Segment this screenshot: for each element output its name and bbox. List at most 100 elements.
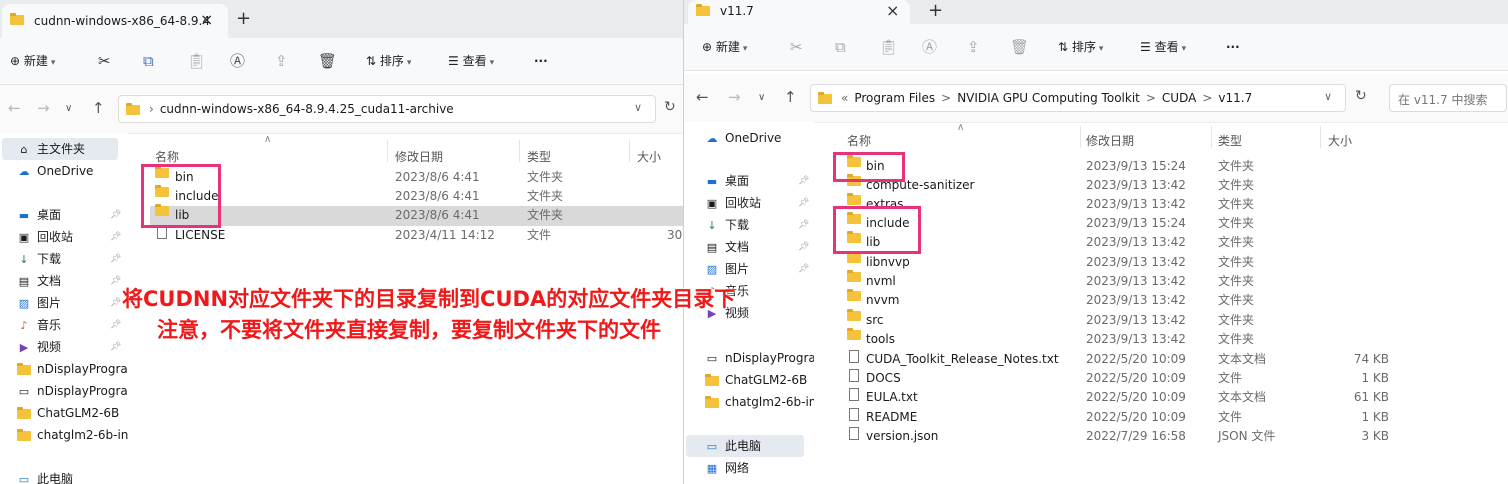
breadcrumb-item[interactable]: Program Files [854,91,935,105]
recent-locations-icon[interactable]: ∨ [758,92,765,103]
nav-item-home[interactable]: ⌂ 主文件夹 [16,139,86,159]
file-row[interactable]: libnvvp 2023/9/13 13:42 文件夹 [847,251,1397,272]
nav-item-this-pc[interactable]: ▭ 此电脑 [16,469,73,484]
file-row[interactable]: lib 2023/8/6 4:41 文件夹 [155,204,683,225]
view-button[interactable]: ☰ 查看 ▾ [1140,36,1186,58]
more-options-button[interactable]: ··· [534,50,548,72]
nav-item-videos[interactable]: ▶ 视频 [16,337,61,357]
forward-icon[interactable]: → [728,88,741,106]
file-row[interactable]: nvml 2023/9/13 13:42 文件夹 [847,270,1397,291]
back-icon[interactable]: ← [696,88,709,106]
file-row[interactable]: EULA.txt 2022/5/20 10:09 文本文档 61 KB [847,388,1397,407]
file-row[interactable]: nvvm 2023/9/13 13:42 文件夹 [847,289,1397,310]
file-row[interactable]: src 2023/9/13 13:42 文件夹 [847,309,1397,330]
new-button[interactable]: ⊕ 新建 ▾ [702,36,747,58]
nav-item-documents[interactable]: ▤ 文档 [16,271,61,291]
view-button[interactable]: ☰ 查看 ▾ [448,50,494,72]
file-row[interactable]: compute-sanitizer 2023/9/13 13:42 文件夹 [847,174,1397,195]
file-row[interactable]: version.json 2022/7/29 16:58 JSON 文件 3 KB [847,427,1397,446]
sort-button[interactable]: ⇅ 排序 ▾ [366,50,411,72]
share-icon[interactable]: ⇪ [967,36,980,58]
nav-item-network[interactable]: ▦ 网络 [704,458,749,478]
up-icon[interactable]: ↑ [92,99,105,117]
new-tab-icon[interactable]: + [236,8,251,29]
close-tab-icon[interactable]: × [886,1,899,20]
nav-item-recycle-bin[interactable]: ▣ 回收站 [704,193,761,213]
nav-item-downloads[interactable]: ↓ 下载 [16,249,61,269]
paste-icon[interactable]: 📋︎ [187,50,206,72]
chevron-down-icon[interactable]: ∨ [1324,90,1332,103]
file-row[interactable]: extras 2023/9/13 13:42 文件夹 [847,193,1397,214]
file-row[interactable]: include 2023/9/13 15:24 文件夹 [847,212,1397,233]
nav-item-documents[interactable]: ▤ 文档 [704,237,749,257]
rename-icon[interactable]: Ⓐ [230,50,245,72]
nav-item-chatglm2[interactable]: ChatGLM2-6B [16,403,119,423]
nav-item-desktop[interactable]: ▬ 桌面 [704,171,749,191]
nav-item-chatglm2[interactable]: ChatGLM2-6B [704,370,807,390]
file-row[interactable]: include 2023/8/6 4:41 文件夹 [155,185,683,206]
copy-icon[interactable]: ⧉ [143,50,154,72]
search-input[interactable]: 在 v11.7 中搜索 [1389,84,1507,112]
column-divider[interactable] [519,140,520,162]
file-row[interactable]: README 2022/5/20 10:09 文件 1 KB [847,408,1397,427]
tab-cudnn[interactable]: cudnn-windows-x86_64-8.9.4 × [2,4,228,38]
copy-icon[interactable]: ⧉ [835,36,846,58]
nav-item-pictures[interactable]: ▨ 图片 [704,259,749,279]
column-header-date[interactable]: 修改日期 [1086,132,1134,149]
file-row[interactable]: DOCS 2022/5/20 10:09 文件 1 KB [847,369,1397,388]
nav-item-recycle-bin[interactable]: ▣ 回收站 [16,227,73,247]
column-header-type[interactable]: 类型 [1218,132,1242,149]
column-header-size[interactable]: 大小 [637,148,661,165]
column-divider[interactable] [1320,126,1321,148]
chevron-down-icon[interactable]: ∨ [634,101,642,114]
new-button[interactable]: ⊕ 新建 ▾ [10,50,55,72]
close-tab-icon[interactable]: × [200,10,213,29]
nav-item-downloads[interactable]: ↓ 下载 [704,215,749,235]
column-header-type[interactable]: 类型 [527,148,551,165]
nav-item-desktop[interactable]: ▬ 桌面 [16,205,61,225]
cut-icon[interactable]: ✂ [790,36,803,58]
nav-item-ndisplay-2[interactable]: ▭ nDisplayProgran [16,381,128,401]
nav-item-ndisplay-1[interactable]: nDisplayProgran [16,359,128,379]
nav-item-onedrive[interactable]: ☁ OneDrive [16,161,94,181]
nav-item-this-pc[interactable]: ▭ 此电脑 [704,436,761,456]
column-header-size[interactable]: 大小 [1328,132,1352,149]
nav-item-onedrive[interactable]: ☁ OneDrive [704,128,782,148]
breadcrumb-item[interactable]: CUDA [1162,91,1196,105]
address-bar[interactable]: › cudnn-windows-x86_64-8.9.4.25_cuda11-ar… [118,95,656,123]
column-divider[interactable] [1211,126,1212,148]
cut-icon[interactable]: ✂ [98,50,111,72]
file-row[interactable]: bin 2023/9/13 15:24 文件夹 [847,155,1397,176]
breadcrumb-item[interactable]: cudnn-windows-x86_64-8.9.4.25_cuda11-arc… [160,102,454,116]
nav-item-chatglm2-int[interactable]: chatglm2-6b-int [16,425,128,445]
file-row[interactable]: lib 2023/9/13 13:42 文件夹 [847,231,1397,252]
delete-icon[interactable]: 🗑︎ [1010,36,1029,58]
column-header-name[interactable]: 名称 [847,132,871,149]
up-icon[interactable]: ↑ [784,88,797,106]
refresh-icon[interactable]: ↻ [1355,88,1367,104]
back-icon[interactable]: ← [8,99,21,117]
nav-item-music[interactable]: ♪ 音乐 [16,315,61,335]
nav-item-pictures[interactable]: ▨ 图片 [16,293,61,313]
tab-v11-7[interactable]: v11.7 × [688,0,910,24]
column-divider[interactable] [387,140,388,162]
column-header-name[interactable]: 名称 [155,148,179,165]
file-row[interactable]: tools 2023/9/13 13:42 文件夹 [847,328,1397,349]
address-bar[interactable]: «Program Files > NVIDIA GPU Computing Tool… [810,84,1346,112]
breadcrumb-item[interactable]: v11.7 [1218,91,1252,105]
nav-item-ndisplay[interactable]: ▭ nDisplayProgran [704,348,814,368]
delete-icon[interactable]: 🗑︎ [318,50,337,72]
share-icon[interactable]: ⇪ [275,50,288,72]
file-row[interactable]: CUDA_Toolkit_Release_Notes.txt 2022/5/20 … [847,350,1397,369]
more-options-button[interactable]: ··· [1226,36,1240,58]
column-divider[interactable] [629,140,630,162]
sort-button[interactable]: ⇅ 排序 ▾ [1058,36,1103,58]
breadcrumb-item[interactable]: NVIDIA GPU Computing Toolkit [957,91,1140,105]
file-row[interactable]: bin 2023/8/6 4:41 文件夹 [155,166,683,187]
refresh-icon[interactable]: ↻ [664,99,676,115]
column-divider[interactable] [1080,126,1081,148]
file-row[interactable]: LICENSE 2023/4/11 14:12 文件 30 [155,226,683,245]
forward-icon[interactable]: → [37,99,50,117]
nav-item-chatglm2-int[interactable]: chatglm2-6b-int [704,392,814,412]
new-tab-icon[interactable]: + [928,0,943,21]
